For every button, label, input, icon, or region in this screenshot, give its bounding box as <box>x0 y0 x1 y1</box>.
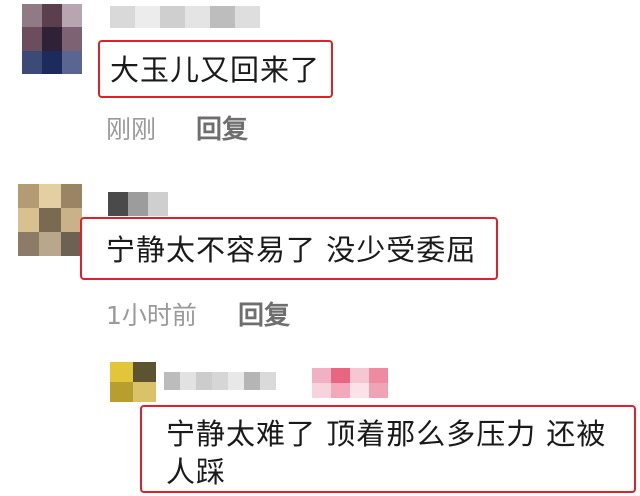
reply-button[interactable]: 回复 <box>196 109 248 146</box>
username[interactable] <box>110 6 260 28</box>
reply-text-highlight: 宁静太难了 顶着那么多压力 还被 人踩 <box>140 405 636 493</box>
avatar[interactable] <box>22 4 82 74</box>
comment-text-highlight: 大玉儿又回来了 <box>98 40 333 98</box>
username[interactable] <box>108 192 168 216</box>
avatar[interactable] <box>18 184 82 256</box>
comment-text: 宁静太不容易了 没少受委屈 <box>106 233 477 267</box>
reply-text-line: 宁静太难了 顶着那么多压力 还被 <box>166 417 607 451</box>
comment-text-highlight: 宁静太不容易了 没少受委屈 <box>80 217 498 280</box>
avatar[interactable] <box>110 362 156 402</box>
reply-button[interactable]: 回复 <box>238 295 290 332</box>
reply-text-line: 人踩 <box>166 455 227 489</box>
badge <box>312 368 388 398</box>
comment-text: 大玉儿又回来了 <box>110 53 321 87</box>
comment-timestamp: 刚刚 <box>106 115 157 144</box>
comment-timestamp: 1小时前 <box>106 301 197 330</box>
username[interactable] <box>164 372 276 390</box>
